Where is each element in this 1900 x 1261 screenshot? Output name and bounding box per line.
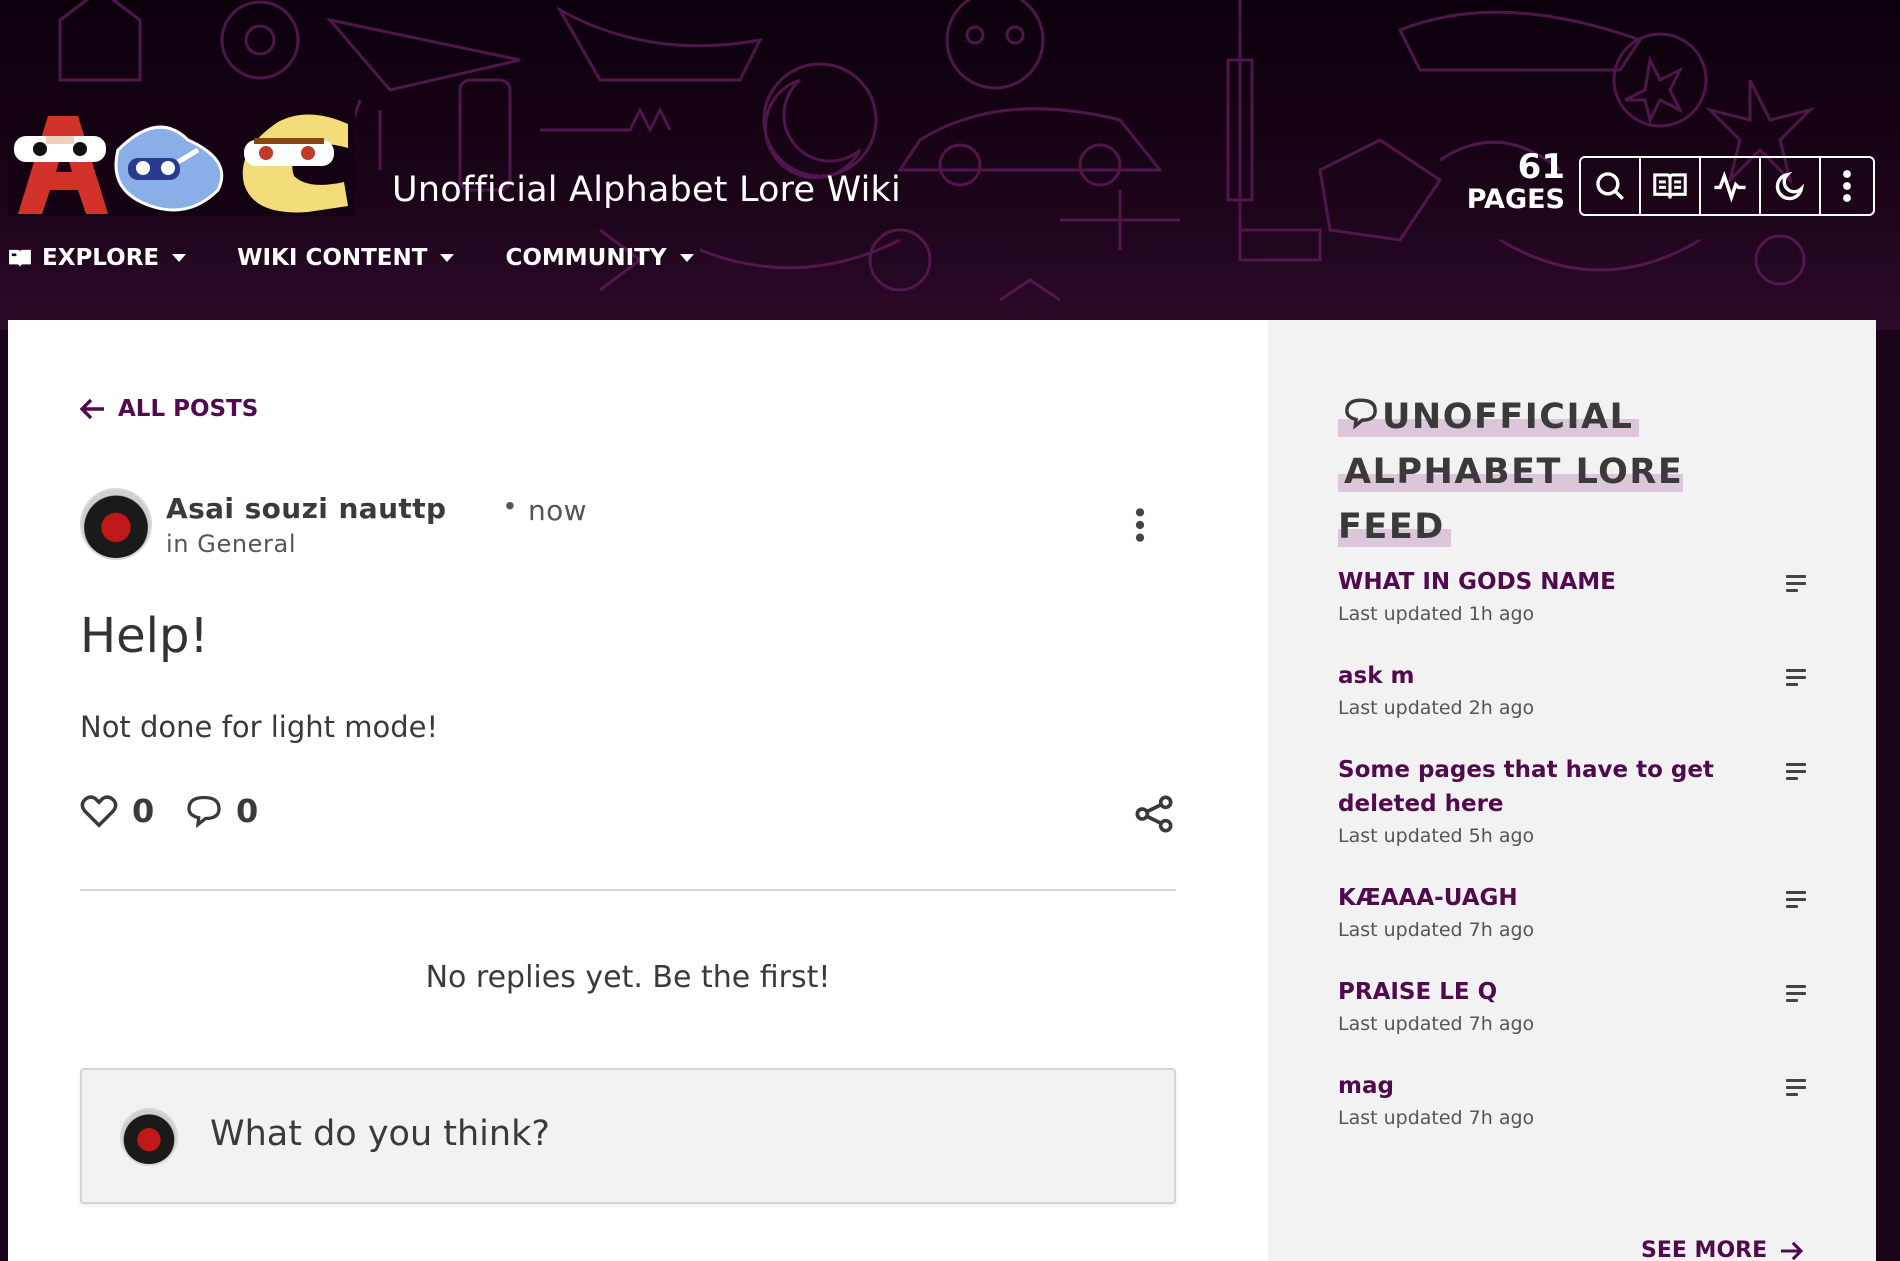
feed-item[interactable]: ask m Last updated 2h ago [1338, 659, 1808, 719]
book-icon [9, 249, 31, 268]
share-button[interactable] [1134, 794, 1174, 839]
text-lines-icon [1786, 575, 1806, 592]
see-more-link[interactable]: SEE MORE [1641, 1238, 1804, 1261]
like-button[interactable]: 0 [80, 792, 154, 830]
more-vertical-icon [1135, 508, 1145, 542]
nav-explore[interactable]: EXPLORE [8, 245, 187, 271]
heart-icon [80, 795, 118, 828]
feed-item-title[interactable]: KÆAAA-UAGH [1338, 881, 1738, 915]
arrow-left-icon [80, 398, 104, 420]
recent-activity-button[interactable] [1701, 158, 1761, 214]
post-time: now [528, 494, 587, 527]
post-options-button[interactable] [1134, 506, 1146, 549]
wiki-navigation: EXPLORE WIKI CONTENT COMMUNITY [0, 242, 745, 274]
caret-down-icon [440, 254, 455, 262]
text-lines-icon [1786, 763, 1806, 780]
feed-item[interactable]: Some pages that have to get deleted here… [1338, 753, 1808, 847]
caret-down-icon [172, 254, 187, 262]
post-body: Not done for light mode! [80, 710, 439, 744]
feed-item-meta: Last updated 2h ago [1338, 697, 1535, 719]
theme-toggle-button[interactable] [1761, 158, 1821, 214]
search-icon [1596, 172, 1624, 200]
author-avatar[interactable] [80, 488, 152, 560]
share-icon [1135, 795, 1173, 833]
text-lines-icon [1786, 669, 1806, 686]
post-header: Asai souzi nauttp • now in General [80, 488, 1180, 560]
feed-item-meta: Last updated 7h ago [1338, 1107, 1535, 1129]
text-lines-icon [1786, 891, 1806, 908]
text-lines-icon [1786, 985, 1806, 1002]
comment-icon [187, 795, 221, 829]
post-actions: 0 0 [80, 792, 1180, 842]
feed-title: UNOFFICIAL ALPHABET LORE FEED [1338, 390, 1808, 555]
feed-item-title[interactable]: WHAT IN GODS NAME [1338, 565, 1738, 599]
see-more-label: SEE MORE [1641, 1238, 1768, 1261]
comment-button[interactable]: 0 [186, 792, 258, 830]
feed-item-meta: Last updated 7h ago [1338, 1013, 1535, 1035]
book-icon [1653, 173, 1687, 199]
community-header: Unofficial Alphabet Lore Wiki 61 PAGES E… [0, 0, 1900, 330]
moon-icon [1775, 171, 1805, 201]
more-vertical-icon [1843, 170, 1851, 202]
all-posts-label: ALL POSTS [118, 396, 259, 422]
nav-wiki-content-label: WIKI CONTENT [237, 245, 428, 271]
like-count: 0 [132, 792, 155, 830]
post-title: Help! [80, 608, 209, 664]
current-user-avatar [120, 1108, 178, 1166]
nav-wiki-content[interactable]: WIKI CONTENT [237, 245, 455, 271]
feed-list: WHAT IN GODS NAME Last updated 1h ago as… [1338, 565, 1808, 1163]
wiki-title[interactable]: Unofficial Alphabet Lore Wiki [392, 170, 901, 210]
author-name[interactable]: Asai souzi nauttp [166, 492, 446, 525]
post-content-area: ALL POSTS Asai souzi nauttp • now in Gen… [8, 320, 1268, 1261]
caret-down-icon [679, 254, 694, 262]
feed-item-title[interactable]: Some pages that have to get deleted here [1338, 753, 1738, 821]
divider [80, 889, 1176, 891]
meta-separator: • [505, 490, 515, 521]
page-count: 61 PAGES [1460, 150, 1565, 213]
feed-item-title[interactable]: mag [1338, 1069, 1738, 1103]
nav-community[interactable]: COMMUNITY [505, 245, 694, 271]
feed-item-meta: Last updated 5h ago [1338, 825, 1535, 847]
no-replies-message: No replies yet. Be the first! [425, 960, 831, 995]
activity-icon [1714, 170, 1746, 203]
more-options-button[interactable] [1821, 158, 1873, 214]
feed-item-meta: Last updated 1h ago [1338, 603, 1535, 625]
header-toolbar [1579, 156, 1875, 216]
feed-title-line2: ALPHABET LORE FEED [1338, 452, 1684, 547]
feed-sidebar: UNOFFICIAL ALPHABET LORE FEED WHAT IN GO… [1268, 320, 1876, 1261]
feed-item[interactable]: mag Last updated 7h ago [1338, 1069, 1808, 1129]
search-button[interactable] [1581, 158, 1641, 214]
text-lines-icon [1786, 1079, 1806, 1096]
feed-item-title[interactable]: ask m [1338, 659, 1738, 693]
arrow-right-icon [1781, 1241, 1804, 1260]
reply-placeholder: What do you think? [210, 1114, 550, 1154]
feed-item[interactable]: WHAT IN GODS NAME Last updated 1h ago [1338, 565, 1808, 625]
feed-title-line1: UNOFFICIAL [1382, 397, 1634, 437]
nav-explore-label: EXPLORE [42, 245, 160, 271]
nav-community-label: COMMUNITY [505, 245, 667, 271]
page-count-number: 61 [1517, 147, 1565, 187]
feed-item[interactable]: KÆAAA-UAGH Last updated 7h ago [1338, 881, 1808, 941]
page-count-label: PAGES [1466, 184, 1565, 215]
alphabet-logo-image [14, 114, 348, 214]
all-posts-link[interactable]: ALL POSTS [80, 396, 258, 422]
feed-item[interactable]: PRAISE LE Q Last updated 7h ago [1338, 975, 1808, 1035]
wiki-logo[interactable] [8, 110, 355, 216]
comment-count: 0 [236, 792, 259, 830]
feed-item-title[interactable]: PRAISE LE Q [1338, 975, 1738, 1009]
discussions-button[interactable] [1641, 158, 1701, 214]
reply-input[interactable]: What do you think? [80, 1068, 1176, 1204]
feed-item-meta: Last updated 7h ago [1338, 919, 1535, 941]
post-category[interactable]: in General [166, 530, 296, 558]
comment-icon [1345, 398, 1377, 430]
